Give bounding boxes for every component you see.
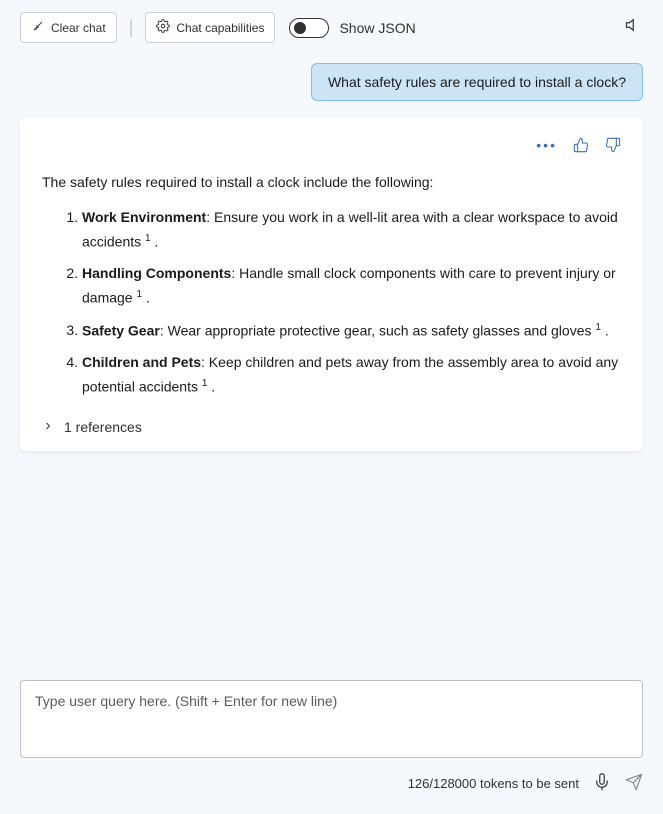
speaker-icon[interactable] [625,16,643,39]
rules-list: Work Environment: Ensure you work in a w… [42,206,621,399]
thumbs-down-icon[interactable] [605,137,621,158]
references-toggle[interactable]: 1 references [42,419,621,435]
gear-icon [156,19,170,36]
show-json-toggle[interactable] [289,18,329,38]
list-item: Handling Components: Handle small clock … [82,262,621,310]
thumbs-up-icon[interactable] [573,137,589,158]
show-json-toggle-wrap: Show JSON [289,18,415,38]
citation-ref[interactable]: 1 [145,233,151,244]
item-text: : Wear appropriate protective gear, such… [160,322,592,338]
input-footer: 126/128000 tokens to be sent [20,773,643,794]
toggle-knob [294,22,306,34]
chat-area: What safety rules are required to instal… [0,55,663,451]
list-item: Children and Pets: Keep children and pet… [82,351,621,399]
user-message-text: What safety rules are required to instal… [328,74,626,90]
item-title: Safety Gear [82,322,160,338]
chat-capabilities-button[interactable]: Chat capabilities [145,12,275,43]
list-item: Safety Gear: Wear appropriate protective… [82,319,621,343]
chat-capabilities-label: Chat capabilities [176,21,264,35]
user-message-bubble: What safety rules are required to instal… [311,63,643,101]
citation-ref[interactable]: 1 [595,322,601,333]
broom-icon [31,19,45,36]
item-title: Work Environment [82,209,206,225]
token-status: 126/128000 tokens to be sent [408,776,579,791]
assistant-intro-text: The safety rules required to install a c… [42,174,621,190]
chevron-right-icon [42,419,54,435]
more-icon[interactable]: ••• [536,137,557,158]
toolbar-divider: | [129,17,134,38]
list-item: Work Environment: Ensure you work in a w… [82,206,621,254]
references-label: 1 references [64,419,142,435]
item-title: Handling Components [82,265,231,281]
toolbar: Clear chat | Chat capabilities Show JSON [0,0,663,55]
user-input[interactable] [20,680,643,758]
show-json-label: Show JSON [339,20,415,36]
assistant-message-card: ••• The safety rules required to install… [20,117,643,451]
send-icon[interactable] [625,773,643,794]
clear-chat-button[interactable]: Clear chat [20,12,117,43]
citation-ref[interactable]: 1 [136,289,142,300]
input-area: 126/128000 tokens to be sent [20,680,643,794]
clear-chat-label: Clear chat [51,21,106,35]
citation-ref[interactable]: 1 [202,378,208,389]
microphone-icon[interactable] [593,773,611,794]
item-title: Children and Pets [82,354,201,370]
card-actions: ••• [42,137,621,158]
